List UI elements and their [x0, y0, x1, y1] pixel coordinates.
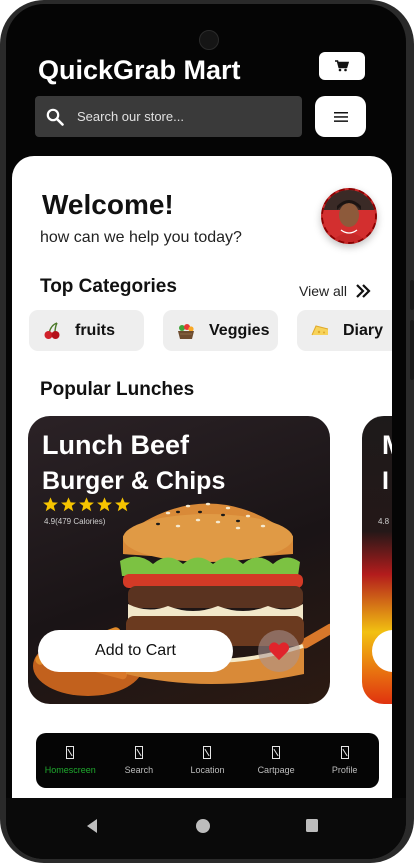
back-icon[interactable] [85, 818, 99, 834]
star-rating [42, 496, 132, 513]
heart-icon [268, 642, 290, 661]
nav-label: Search [124, 765, 154, 775]
profile-avatar[interactable] [321, 188, 377, 244]
system-navigation-bar [6, 798, 406, 859]
recents-icon[interactable] [305, 818, 319, 834]
category-label: Diary [343, 321, 384, 339]
category-label: fruits [75, 321, 115, 339]
lunch-card[interactable]: Lunch Beef Burger & Chips 4.9(479 Calori… [28, 416, 330, 704]
cart-button[interactable] [319, 52, 365, 80]
search-input[interactable] [75, 108, 289, 125]
nav-cartpage[interactable]: Cartpage [243, 746, 309, 775]
card-subtitle: Burger & Chips [42, 467, 226, 495]
star-icon [97, 497, 112, 512]
search-icon [134, 746, 143, 759]
nav-label: Location [190, 765, 225, 775]
main-content: Welcome! how can we help you today? Top … [12, 156, 392, 798]
view-all-link[interactable]: View all [299, 283, 371, 299]
star-icon [43, 497, 58, 512]
cart-icon [335, 60, 349, 72]
category-label: Veggies [209, 321, 270, 339]
star-icon [79, 497, 94, 512]
avatar-image [323, 190, 375, 242]
lunch-card-next[interactable]: M I 4.8 [362, 416, 392, 704]
hamburger-menu-icon [333, 111, 348, 122]
home-button-icon[interactable] [195, 818, 211, 834]
category-veggies[interactable]: Veggies [163, 310, 278, 351]
nav-label: Homescreen [44, 765, 96, 775]
profile-icon [340, 746, 349, 759]
nav-location[interactable]: Location [174, 746, 240, 775]
app-title: QuickGrab Mart [38, 55, 241, 85]
category-diary[interactable]: Diary [297, 310, 392, 351]
menu-button[interactable] [315, 96, 366, 137]
star-icon [115, 497, 130, 512]
nav-homescreen[interactable]: Homescreen [37, 746, 103, 775]
bottom-navigation: Homescreen Search Location Cartpage Prof… [36, 733, 379, 788]
rating-calories: 4.9(479 Calories) [44, 517, 106, 526]
nav-profile[interactable]: Profile [312, 746, 378, 775]
card-title: M [382, 430, 392, 461]
favorite-button[interactable] [258, 630, 300, 672]
nav-label: Cartpage [257, 765, 295, 775]
card-subtitle: I [382, 467, 389, 495]
veggies-basket-icon [175, 320, 197, 342]
double-chevron-right-icon [356, 284, 371, 298]
nav-label: Profile [331, 765, 358, 775]
location-icon [203, 746, 212, 759]
home-icon [66, 746, 75, 759]
top-categories-title: Top Categories [40, 276, 177, 297]
volume-button [410, 280, 414, 310]
welcome-subtitle: how can we help you today? [40, 229, 242, 246]
cheese-icon [309, 320, 331, 342]
add-to-cart-button[interactable] [372, 630, 392, 672]
nav-search[interactable]: Search [106, 746, 172, 775]
cherry-icon [41, 320, 63, 342]
front-camera [199, 30, 219, 50]
view-all-label: View all [299, 283, 347, 299]
popular-lunches-title: Popular Lunches [40, 379, 195, 400]
search-icon [45, 107, 65, 127]
card-title: Lunch Beef [42, 430, 190, 460]
search-bar[interactable] [35, 96, 302, 137]
rating-calories: 4.8 [378, 517, 390, 526]
power-button [410, 320, 414, 380]
add-to-cart-button[interactable]: Add to Cart [38, 630, 233, 672]
phone-frame: QuickGrab Mart Search our store... Welco… [0, 0, 414, 863]
welcome-title: Welcome! [42, 189, 174, 220]
star-icon [61, 497, 76, 512]
cart-icon [272, 746, 281, 759]
category-fruits[interactable]: fruits [29, 310, 144, 351]
screen: QuickGrab Mart Search our store... Welco… [6, 4, 406, 859]
